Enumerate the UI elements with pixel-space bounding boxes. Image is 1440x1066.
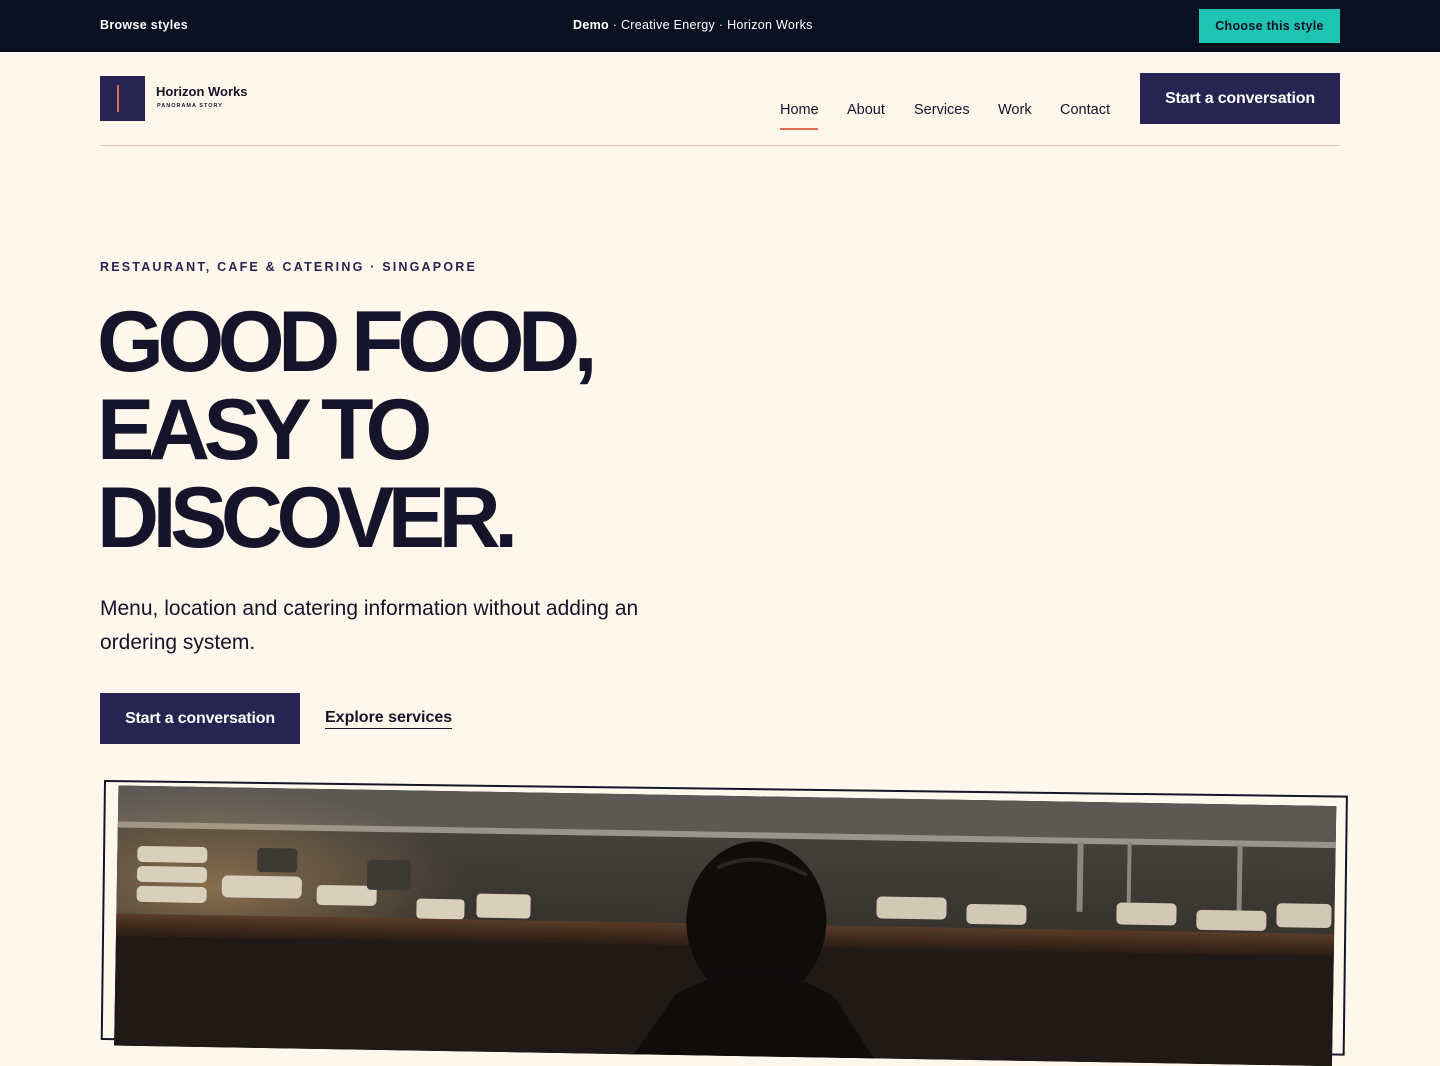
browse-styles-link[interactable]: Browse styles xyxy=(100,18,188,32)
hero-eyebrow: RESTAURANT, CAFE & CATERING · SINGAPORE xyxy=(100,260,478,274)
nav-active-indicator xyxy=(780,128,818,130)
brand-logo[interactable] xyxy=(100,76,145,121)
nav-item-about[interactable]: About xyxy=(847,102,885,118)
hero-photo-frame xyxy=(100,780,1348,1066)
logo-bar-icon xyxy=(117,85,119,112)
demo-label: Demo · Creative Energy · Horizon Works xyxy=(573,18,873,32)
header-divider xyxy=(100,145,1340,146)
header-start-conversation-button[interactable]: Start a conversation xyxy=(1140,73,1340,124)
hero-start-conversation-button[interactable]: Start a conversation xyxy=(100,693,300,744)
kitchen-photo-illustration xyxy=(114,785,1337,1066)
nav-item-services[interactable]: Services xyxy=(914,102,970,118)
choose-style-button[interactable]: Choose this style xyxy=(1199,9,1340,43)
demo-top-bar: Browse styles Demo · Creative Energy · H… xyxy=(0,0,1440,52)
hero-headline: GOOD FOOD, EASY TO DISCOVER. xyxy=(97,298,737,562)
hero-lead: Menu, location and catering information … xyxy=(100,597,639,654)
headline-line-2: EASY TO xyxy=(97,382,432,478)
nav-item-work[interactable]: Work xyxy=(998,102,1032,118)
brand-name[interactable]: Horizon Works xyxy=(156,84,248,99)
explore-services-link[interactable]: Explore services xyxy=(325,709,453,729)
demo-detail: · Creative Energy · Horizon Works xyxy=(608,18,813,32)
nav-item-home[interactable]: Home xyxy=(780,102,819,118)
headline-line-1: GOOD FOOD, xyxy=(97,294,598,390)
headline-line-3: DISCOVER. xyxy=(97,470,518,566)
hero-photo xyxy=(114,785,1337,1066)
nav-item-contact[interactable]: Contact xyxy=(1060,102,1110,118)
demo-tag: Demo xyxy=(573,18,609,32)
brand-tagline: PANORAMA STORY xyxy=(157,103,223,109)
